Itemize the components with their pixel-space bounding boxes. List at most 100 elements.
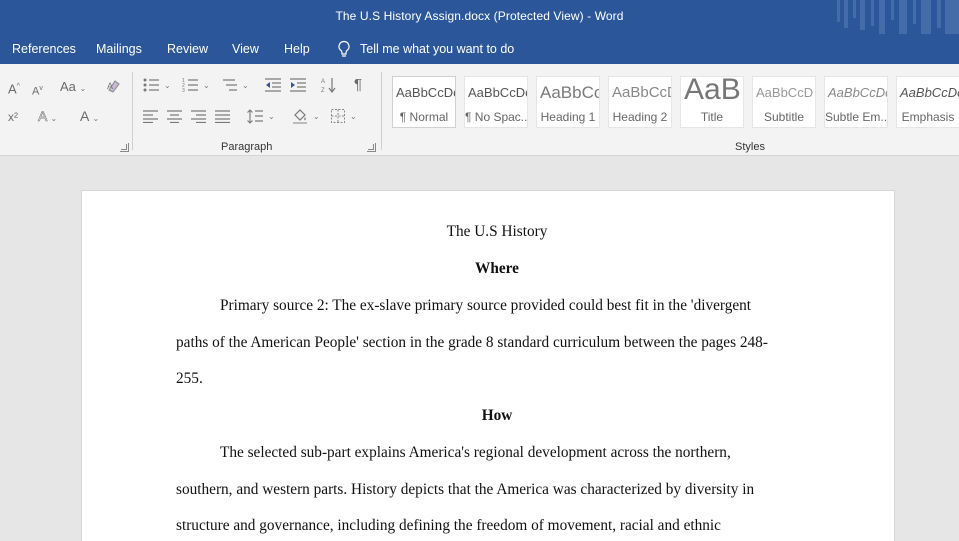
paragraph-line: Primary source 2: The ex-slave primary s… (220, 297, 752, 314)
align-left-button[interactable] (143, 110, 158, 123)
svg-text:3: 3 (182, 88, 185, 92)
decrease-indent-icon (265, 78, 281, 92)
paragraph-line: structure and governance, including defi… (176, 517, 721, 534)
heading-how: How (481, 407, 513, 424)
window-title: The U.S History Assign.docx (Protected V… (335, 9, 624, 23)
chevron-down-icon: ⌄ (268, 112, 275, 121)
lightbulb-icon (338, 40, 350, 57)
style-heading-1[interactable]: AaBbCc Heading 1 (536, 76, 600, 128)
chevron-down-icon: ⌄ (79, 84, 87, 93)
chevron-down-icon: ⌄ (92, 114, 100, 123)
paint-bucket-icon (293, 109, 307, 124)
align-left-icon (143, 110, 158, 123)
tab-references[interactable]: References (12, 42, 76, 56)
justify-button[interactable] (215, 110, 230, 123)
align-right-icon (191, 110, 206, 123)
style-sample: AaBbCc (540, 83, 600, 102)
pilcrow-icon: ¶ (354, 76, 363, 93)
clear-formatting-button[interactable]: A (106, 78, 122, 97)
font-color-button[interactable]: A ⌄ (80, 109, 99, 126)
paragraph-dialog-launcher[interactable] (367, 143, 376, 152)
svg-text:A: A (321, 79, 325, 85)
sort-icon: AZ (321, 78, 336, 93)
font-dialog-launcher[interactable] (120, 143, 129, 152)
chevron-down-icon: ⌄ (242, 80, 249, 90)
style-subtitle[interactable]: AaBbCcD Subtitle (752, 76, 816, 128)
paragraph-group-label: Paragraph (221, 141, 273, 153)
text-effects-glyph: A (38, 108, 47, 124)
style-name: ¶ No Spac... (465, 110, 527, 124)
style-name: Heading 1 (540, 110, 596, 124)
paragraph-line: southern, and western parts. History dep… (176, 481, 755, 498)
tab-review[interactable]: Review (167, 42, 208, 56)
line-spacing-button[interactable]: ⌄ (247, 109, 275, 124)
style-subtle-emphasis[interactable]: AaBbCcDc Subtle Em... (824, 76, 888, 128)
chevron-down-icon: ⌄ (313, 111, 320, 121)
style-name: Subtle Em... (825, 110, 887, 124)
eraser-icon: A (107, 80, 120, 93)
tab-help[interactable]: Help (284, 42, 310, 56)
group-separator (132, 72, 133, 150)
document-title: The U.S History (446, 223, 548, 240)
tab-view[interactable]: View (232, 42, 259, 56)
numbering-button[interactable]: 123 ⌄ (182, 78, 210, 92)
bullets-button[interactable]: ⌄ (143, 78, 171, 92)
change-case-glyph: Aa (60, 79, 76, 94)
paragraph-line: 255. (176, 370, 203, 387)
style-sample: AaBbCcD (756, 85, 814, 100)
svg-text:A: A (107, 81, 113, 91)
superscript-button[interactable]: x² (8, 110, 18, 124)
style-name: Title (700, 110, 724, 124)
ribbon: A^ Av Aa ⌄ A x² A ⌄ A ⌄ ⌄ 123 ⌄ ⌄ A Z ¶ … (0, 64, 959, 156)
decrease-indent-button[interactable] (265, 78, 281, 92)
style-title[interactable]: AaB Title (680, 76, 744, 128)
style-sample: AaBbCcDc (468, 85, 528, 100)
tab-mailings[interactable]: Mailings (96, 42, 142, 56)
chevron-down-icon: ⌄ (50, 114, 58, 123)
style-name: Emphasis (901, 110, 955, 124)
justify-icon (215, 110, 230, 123)
style-sample: AaB (684, 76, 741, 106)
text-effects-button[interactable]: A ⌄ (38, 109, 57, 126)
heading-where: Where (475, 260, 519, 277)
show-marks-button[interactable]: ¶ (354, 76, 363, 93)
multilevel-list-button[interactable]: ⌄ (221, 78, 249, 92)
style-name: ¶ Normal (399, 110, 449, 124)
chevron-down-icon: ⌄ (350, 111, 357, 121)
paragraph-line: paths of the American People' section in… (176, 334, 768, 351)
title-bar: The U.S History Assign.docx (Protected V… (0, 0, 959, 34)
style-sample: AaBbCcDc (828, 85, 888, 100)
style-no-spacing[interactable]: AaBbCcDc ¶ No Spac... (464, 76, 528, 128)
multilevel-list-icon (223, 79, 237, 91)
style-sample: AaBbCcD (612, 84, 672, 101)
superscript-glyph: x² (8, 110, 18, 124)
styles-group-label: Styles (735, 141, 765, 153)
shrink-font-button[interactable]: Av (32, 82, 43, 99)
tell-me-search[interactable]: Tell me what you want to do (337, 40, 514, 58)
numbering-icon: 123 (182, 78, 198, 92)
group-separator (381, 72, 382, 150)
paragraph-line: The selected sub-part explains America's… (220, 444, 731, 461)
change-case-button[interactable]: Aa ⌄ (60, 80, 86, 96)
font-color-glyph: A (80, 108, 89, 124)
title-bar-decoration (837, 0, 959, 34)
borders-button[interactable]: ⌄ (331, 109, 357, 123)
align-right-button[interactable] (191, 110, 206, 123)
align-center-icon (167, 110, 182, 123)
style-heading-2[interactable]: AaBbCcD Heading 2 (608, 76, 672, 128)
tell-me-label: Tell me what you want to do (360, 42, 515, 56)
align-center-button[interactable] (167, 110, 182, 123)
shading-button[interactable]: ⌄ (292, 108, 320, 124)
chevron-down-icon: ⌄ (203, 80, 210, 90)
style-normal[interactable]: AaBbCcDc ¶ Normal (392, 76, 456, 128)
grow-font-button[interactable]: A^ (8, 80, 20, 96)
style-emphasis[interactable]: AaBbCcDc Emphasis (896, 76, 959, 128)
ribbon-tabs: References Mailings Review View Help Tel… (0, 34, 959, 64)
borders-icon (331, 109, 345, 123)
svg-text:Z: Z (321, 88, 325, 93)
increase-indent-button[interactable] (290, 78, 306, 92)
bullets-icon (143, 78, 159, 92)
sort-button[interactable]: AZ (321, 77, 337, 93)
increase-indent-icon (290, 78, 306, 92)
document-page[interactable]: The U.S History Where Primary source 2: … (81, 190, 895, 541)
